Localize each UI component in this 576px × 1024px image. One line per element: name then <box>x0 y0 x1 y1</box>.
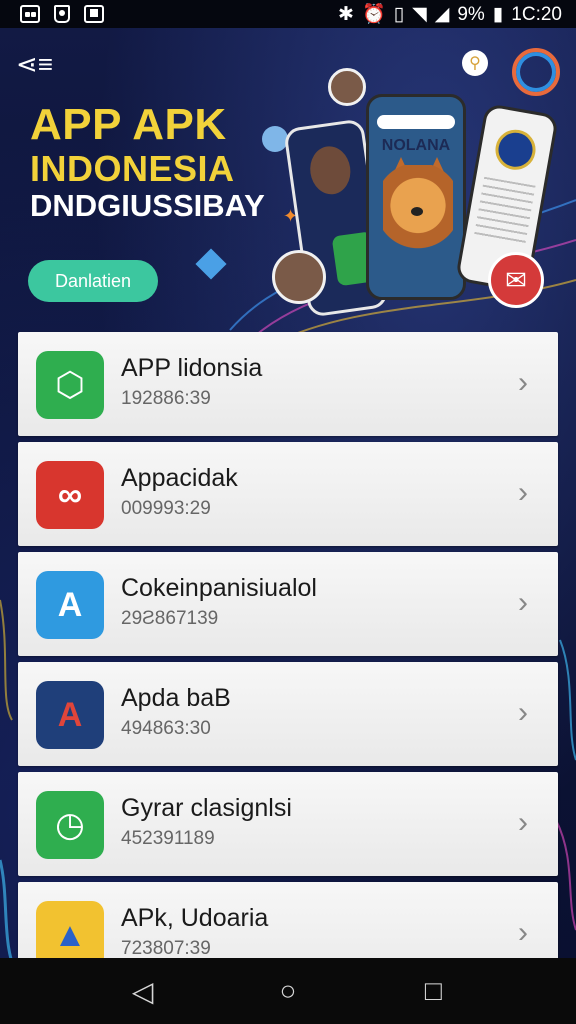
app-list-item[interactable]: ⬡ APP lidonsia 192886:39 › <box>18 332 558 436</box>
search-bar-illustration <box>377 115 455 129</box>
download-notification-icon <box>84 5 104 23</box>
download-button[interactable]: Danlatien <box>28 260 158 302</box>
hero-title-line1: APP APK <box>30 100 227 149</box>
location-notification-icon <box>54 5 70 23</box>
hero-banner: ⋖≡ APP APK INDONESIA DNDGIUSSIBAY Danlat… <box>0 28 576 333</box>
bluetooth-icon: ✱ <box>338 3 354 25</box>
app-name: Gyrar clasignlsi <box>121 794 292 822</box>
search-icon[interactable]: ⚲ <box>462 50 488 76</box>
app-list: ⬡ APP lidonsia 192886:39 › ∞ Appacidak 0… <box>18 332 558 992</box>
app-list-item[interactable]: A Apda baB 494863:30 › <box>18 662 558 766</box>
infinity-icon: ∞ <box>36 461 104 529</box>
orb-decoration <box>262 126 288 152</box>
app-subtitle: 452391189 <box>121 828 215 849</box>
wifi-icon: ◥ <box>412 3 427 25</box>
recents-square-icon[interactable]: □ <box>413 971 453 1011</box>
app-subtitle: 494863:30 <box>121 718 211 739</box>
app-name: Apda baB <box>121 684 231 712</box>
avatar <box>328 68 366 106</box>
compass-icon[interactable] <box>512 48 560 96</box>
app-list-item[interactable]: ∞ Appacidak 009993:29 › <box>18 442 558 546</box>
emblem-icon <box>492 126 539 173</box>
home-circle-icon[interactable]: ○ <box>268 971 308 1011</box>
app-subtitle: 192886:39 <box>121 388 211 409</box>
dog-mascot-icon <box>383 165 453 255</box>
letter-a-icon: A <box>36 571 104 639</box>
vibrate-icon: ▯ <box>393 3 405 25</box>
app-name: Appacidak <box>121 464 238 492</box>
hero-title-line2: INDONESIA <box>30 148 235 189</box>
back-triangle-icon[interactable]: ◁ <box>123 971 163 1011</box>
app-list-item[interactable]: A Cokeinpanisiualol 29Ƨ867139 › <box>18 552 558 656</box>
chevron-right-icon: › <box>518 806 528 839</box>
phone-brand-text: NOLANA <box>381 137 451 154</box>
app-name: APk, Udoaria <box>121 904 269 932</box>
app-subtitle: 009993:29 <box>121 498 211 519</box>
chevron-right-icon: › <box>518 916 528 949</box>
clock-icon: ◷ <box>36 791 104 859</box>
signal-icon: ◢ <box>434 3 450 25</box>
hexagon-icon: ⬡ <box>36 351 104 419</box>
avatar <box>272 250 326 304</box>
app-name: APP lidonsia <box>121 354 263 382</box>
app-subtitle: 29Ƨ867139 <box>121 608 219 629</box>
chevron-right-icon: › <box>518 586 528 619</box>
battery-icon: ▮ <box>492 3 504 25</box>
menu-back-icon[interactable]: ⋖≡ <box>16 50 53 78</box>
app-subtitle: 723807:39 <box>121 938 211 959</box>
chevron-right-icon: › <box>518 696 528 729</box>
app-list-item[interactable]: ◷ Gyrar clasignlsi 452391189 › <box>18 772 558 876</box>
gallery-notification-icon <box>20 5 40 23</box>
battery-level: 9% <box>457 3 485 25</box>
system-nav-bar: ◁ ○ □ <box>0 958 576 1024</box>
clock: 1C:20 <box>511 3 562 25</box>
mail-icon[interactable]: ✉ <box>488 252 544 308</box>
text-lines <box>473 176 536 245</box>
chevron-right-icon: › <box>518 366 528 399</box>
status-bar: ✱ ⏰ ▯ ◥ ◢ 9% ▮ 1C:20 <box>0 0 576 28</box>
alarm-icon: ⏰ <box>361 3 386 25</box>
person-avatar <box>307 143 354 197</box>
phone-illustration-center: NOLANA <box>366 94 466 300</box>
letter-a-icon: A <box>36 681 104 749</box>
app-name: Cokeinpanisiualol <box>121 574 317 602</box>
gem-icon <box>195 248 227 280</box>
hero-title-line3: DNDGIUSSIBAY <box>30 188 265 223</box>
chevron-right-icon: › <box>518 476 528 509</box>
